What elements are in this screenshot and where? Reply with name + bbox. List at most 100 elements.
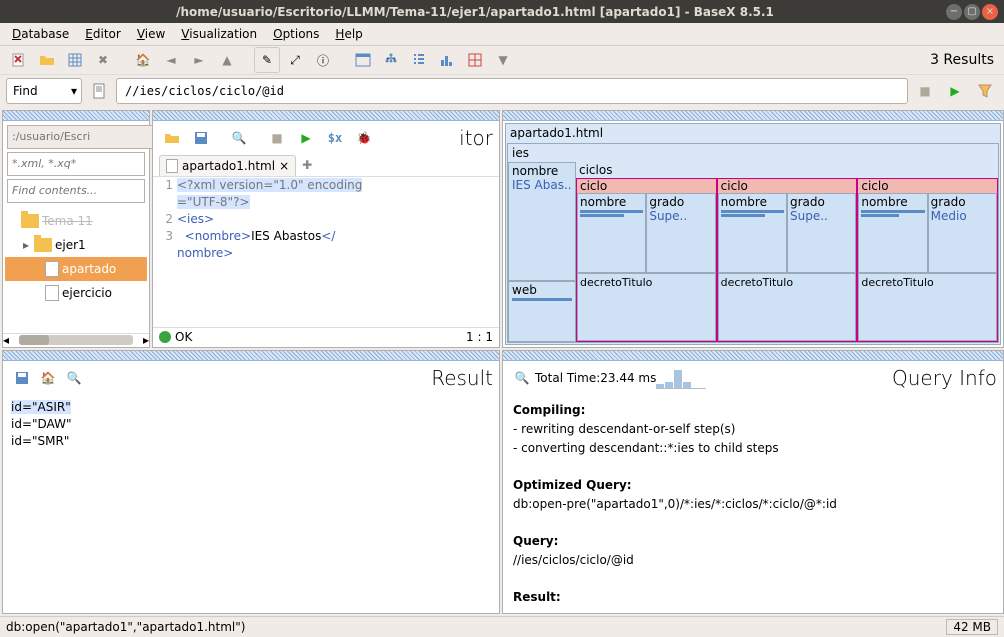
editor-tabs: apartado1.html × ✚: [153, 155, 499, 177]
menu-help[interactable]: Help: [327, 25, 370, 43]
memory-indicator: 42 MB: [946, 619, 998, 635]
cursor-pos: 1 : 1: [466, 330, 493, 344]
up-icon[interactable]: ▲: [214, 47, 240, 73]
file-icon: [166, 159, 178, 173]
qinfo-body[interactable]: Compiling: - rewriting descendant-or-sel…: [503, 395, 1003, 613]
tab-label: apartado1.html: [182, 159, 275, 173]
save-result-icon[interactable]: [9, 365, 35, 391]
hist-view-icon[interactable]: [434, 47, 460, 73]
editor-pane: 🔍 ■ ▶ $x 🐞 itor apartado1.html × ✚ 1 23 …: [152, 110, 500, 348]
tm-ciclo-node[interactable]: ciclo nombre gradoMedio decretoTitulo: [857, 178, 998, 342]
statusbar: db:open("apartado1","apartado1.html") 42…: [0, 616, 1004, 637]
find-result-icon[interactable]: 🔍: [61, 365, 87, 391]
time-value: 23.44 ms: [600, 371, 656, 385]
menu-visualization[interactable]: Visualization: [173, 25, 265, 43]
opt-query: db:open-pre("apartado1",0)/*:ies/*:ciclo…: [513, 497, 837, 511]
run-icon[interactable]: ▶: [293, 125, 319, 151]
pane-grip: [3, 351, 499, 361]
menu-options[interactable]: Options: [265, 25, 327, 43]
tm-web-node[interactable]: web: [508, 281, 576, 342]
grid-icon[interactable]: [62, 47, 88, 73]
pane-grip: [503, 351, 1003, 361]
tree-row[interactable]: ▸ ejer1: [5, 233, 147, 257]
window-title: /home/usuario/Escritorio/LLMM/Tema-11/ej…: [6, 5, 944, 19]
tree-label: ejercicio: [62, 286, 112, 300]
debug-icon[interactable]: 🐞: [351, 125, 377, 151]
time-label: Total Time:: [535, 371, 600, 385]
forward-icon[interactable]: ►: [186, 47, 212, 73]
table-view-icon[interactable]: [350, 47, 376, 73]
menu-database[interactable]: Database: [4, 25, 77, 43]
minimize-button[interactable]: −: [946, 4, 962, 20]
search-mode-combo[interactable]: ▾: [6, 78, 82, 104]
find-qinfo-icon[interactable]: 🔍: [509, 365, 535, 391]
delete-icon[interactable]: ✖: [90, 47, 116, 73]
opt-label: Optimized Query:: [513, 478, 632, 492]
lasso-icon[interactable]: ✎: [254, 47, 280, 73]
expand-icon[interactable]: ▸: [21, 238, 31, 252]
tree-row[interactable]: apartado: [5, 257, 147, 281]
treemap[interactable]: apartado1.html ies nombre IES Abas.. web: [503, 121, 1003, 347]
info-icon[interactable]: ⓘ: [310, 47, 336, 73]
tab-file[interactable]: apartado1.html ×: [159, 155, 296, 176]
open-file-icon[interactable]: [159, 125, 185, 151]
code-area[interactable]: 1 23 <?xml version="1.0" encoding ="UTF-…: [153, 177, 499, 327]
open-icon[interactable]: [34, 47, 60, 73]
result-heading: Result: [431, 366, 493, 390]
editor-status: OK 1 : 1: [153, 327, 499, 347]
home-result-icon[interactable]: 🏠: [35, 365, 61, 391]
tree-label: ejer1: [55, 238, 86, 252]
xpath-input[interactable]: [116, 78, 908, 104]
close-doc-icon[interactable]: [6, 47, 32, 73]
filter-icon[interactable]: [972, 78, 998, 104]
dropdown-icon[interactable]: ▾: [67, 84, 81, 98]
tree-row[interactable]: ejercicio: [5, 281, 147, 305]
nav-find-input[interactable]: [7, 179, 145, 203]
tm-ciclo-node[interactable]: ciclo nombre gradoSupe.. decretoTitulo: [576, 178, 717, 342]
tm-ciclo-node[interactable]: ciclo nombre gradoSupe.. decretoTitulo: [717, 178, 858, 342]
var-icon[interactable]: $x: [322, 125, 348, 151]
find-icon[interactable]: 🔍: [226, 125, 252, 151]
status-text: OK: [175, 330, 192, 344]
compiling-label: Compiling:: [513, 403, 585, 417]
status-text: db:open("apartado1","apartado1.html"): [6, 620, 245, 634]
run-search-icon[interactable]: ▶: [942, 78, 968, 104]
results-count: 3 Results: [930, 52, 998, 68]
compile-step: - rewriting descendant-or-self step(s): [513, 422, 735, 436]
menu-view[interactable]: View: [129, 25, 173, 43]
expand-icon[interactable]: ⤢: [282, 47, 308, 73]
stop-search-icon[interactable]: ■: [912, 78, 938, 104]
tree-view-icon[interactable]: [378, 47, 404, 73]
home-icon[interactable]: 🏠: [130, 47, 156, 73]
tm-ciclos-label: ciclos: [576, 162, 998, 178]
result-label: Result:: [513, 590, 561, 604]
tree-row[interactable]: Tema 11: [5, 209, 147, 233]
nav-filter-input[interactable]: [7, 152, 145, 176]
search-mode-input[interactable]: [7, 80, 67, 102]
save-icon[interactable]: [188, 125, 214, 151]
stop-icon[interactable]: ■: [264, 125, 290, 151]
pane-grip: [3, 111, 149, 121]
code-content[interactable]: <?xml version="1.0" encoding ="UTF-8"?> …: [177, 177, 499, 327]
list-view-icon[interactable]: [406, 47, 432, 73]
qinfo-header: 🔍 Total Time: 23.44 ms Query Info: [503, 361, 1003, 395]
doc-icon[interactable]: [86, 78, 112, 104]
tab-close-icon[interactable]: ×: [279, 159, 289, 173]
tm-nombre-node[interactable]: nombre IES Abas..: [508, 162, 576, 281]
gutter: 1 23: [153, 177, 177, 327]
nav-path-input[interactable]: [7, 125, 162, 149]
compile-step: - converting descendant::*:ies to child …: [513, 441, 779, 455]
histogram-icon: [656, 367, 706, 389]
result-body[interactable]: id="ASIR" id="DAW" id="SMR": [3, 395, 499, 613]
hscroll[interactable]: ◂▸: [3, 333, 149, 347]
more-icon[interactable]: ▼: [490, 47, 516, 73]
close-button[interactable]: ×: [982, 4, 998, 20]
window-titlebar: /home/usuario/Escritorio/LLMM/Tema-11/ej…: [0, 0, 1004, 23]
map-view-icon[interactable]: [462, 47, 488, 73]
back-icon[interactable]: ◄: [158, 47, 184, 73]
new-tab-button[interactable]: ✚: [296, 155, 318, 176]
maximize-button[interactable]: ▢: [964, 4, 980, 20]
tm-root-label: apartado1.html: [506, 124, 1000, 142]
menu-editor[interactable]: Editor: [77, 25, 129, 43]
folder-icon: [21, 214, 39, 228]
